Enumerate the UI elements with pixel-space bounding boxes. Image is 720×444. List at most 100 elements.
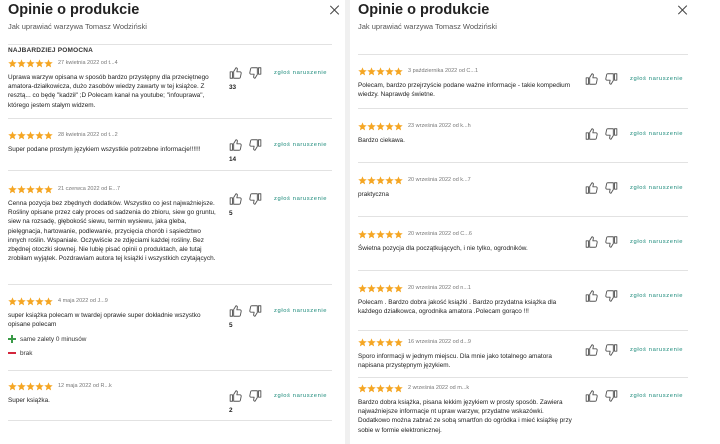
thumb-down-icon[interactable] — [604, 343, 618, 357]
star-icon — [17, 130, 26, 140]
thumb-up-icon[interactable] — [585, 235, 599, 249]
star-icon — [358, 121, 367, 131]
report-link[interactable]: zgłoś naruszenie — [630, 185, 683, 191]
thumb-up-icon[interactable] — [229, 389, 243, 403]
rating-stars — [8, 184, 53, 194]
star-icon — [376, 175, 385, 185]
review-text: Super podane prostym językiem wszystkie … — [8, 146, 201, 153]
thumb-up-icon[interactable] — [229, 66, 243, 80]
report-link[interactable]: zgłoś naruszenie — [274, 196, 327, 202]
review-votes — [585, 72, 625, 98]
thumb-down-icon[interactable] — [604, 389, 618, 403]
thumb-up-icon[interactable] — [229, 304, 243, 318]
star-icon — [394, 175, 403, 185]
close-icon[interactable] — [677, 4, 689, 16]
review-text: Uprawa warzyw opisana w sposób bardzo pr… — [8, 74, 209, 109]
minus-icon — [8, 349, 16, 357]
review-text: super książka polecam w twardej oprawie … — [8, 312, 201, 329]
thumb-up-icon[interactable] — [585, 289, 599, 303]
thumb-down-icon[interactable] — [604, 235, 618, 249]
thumb-up-icon[interactable] — [585, 127, 599, 141]
star-icon — [17, 58, 26, 68]
report-link[interactable]: zgłoś naruszenie — [274, 308, 327, 314]
thumb-up-icon[interactable] — [229, 192, 243, 206]
like-count: 5 — [229, 322, 233, 329]
close-icon[interactable] — [329, 4, 341, 16]
divider — [358, 270, 688, 271]
rating-stars — [358, 283, 403, 293]
rating-stars — [358, 383, 403, 393]
thumb-up-icon[interactable] — [585, 72, 599, 86]
divider — [8, 170, 332, 171]
star-icon — [8, 296, 17, 306]
divider — [8, 284, 332, 285]
thumb-down-icon[interactable] — [604, 72, 618, 86]
report-link[interactable]: zgłoś naruszenie — [630, 347, 683, 353]
report-link[interactable]: zgłoś naruszenie — [274, 142, 327, 148]
review-meta: 21 czerwca 2022 od E...7 — [58, 186, 121, 192]
star-icon — [26, 381, 35, 391]
star-icon — [376, 121, 385, 131]
thumb-up-icon[interactable] — [585, 181, 599, 195]
star-icon — [358, 383, 367, 393]
report-link[interactable]: zgłoś naruszenie — [630, 76, 683, 82]
review-header: 23 września 2022 od k...h — [358, 121, 471, 131]
review-votes — [585, 235, 625, 261]
star-icon — [35, 58, 44, 68]
thumb-down-icon[interactable] — [248, 192, 262, 206]
thumb-down-icon[interactable] — [248, 389, 262, 403]
review-header: 4 maja 2022 od J...9 — [8, 296, 108, 306]
review-header: 3 października 2022 od C...1 — [358, 66, 478, 76]
thumb-down-icon[interactable] — [604, 181, 618, 195]
thumb-up-icon[interactable] — [229, 138, 243, 152]
thumb-down-icon[interactable] — [248, 138, 262, 152]
review-meta: 20 września 2022 od C...6 — [408, 231, 472, 237]
report-link[interactable]: zgłoś naruszenie — [630, 131, 683, 137]
star-icon — [394, 337, 403, 347]
star-icon — [385, 383, 394, 393]
review-header: 16 września 2022 od d...9 — [358, 337, 471, 347]
star-icon — [385, 337, 394, 347]
star-icon — [385, 229, 394, 239]
star-icon — [17, 296, 26, 306]
star-icon — [394, 66, 403, 76]
review-votes — [585, 289, 625, 315]
review-text: Świetna pozycja dla początkujących, i ni… — [358, 245, 528, 252]
star-icon — [394, 283, 403, 293]
like-count: 2 — [229, 407, 233, 414]
star-icon — [26, 130, 35, 140]
rating-stars — [358, 337, 403, 347]
report-link[interactable]: zgłoś naruszenie — [274, 393, 327, 399]
report-link[interactable]: zgłoś naruszenie — [630, 293, 683, 299]
divider — [8, 44, 332, 45]
thumb-down-icon[interactable] — [604, 127, 618, 141]
star-icon — [376, 383, 385, 393]
report-link[interactable]: zgłoś naruszenie — [630, 393, 683, 399]
review-meta: 4 maja 2022 od J...9 — [58, 298, 108, 304]
thumb-up-icon[interactable] — [585, 343, 599, 357]
divider — [358, 162, 688, 163]
review-votes: 5 — [229, 304, 269, 330]
thumb-up-icon[interactable] — [585, 389, 599, 403]
star-icon — [358, 337, 367, 347]
section-label: NAJBARDZIEJ POMOCNA — [8, 47, 94, 54]
star-icon — [35, 130, 44, 140]
review-header: 28 kwietnia 2022 od t...2 — [8, 130, 118, 140]
star-icon — [8, 130, 17, 140]
thumb-down-icon[interactable] — [248, 304, 262, 318]
star-icon — [385, 283, 394, 293]
report-link[interactable]: zgłoś naruszenie — [274, 70, 327, 76]
rating-stars — [358, 229, 403, 239]
review-header: 2 września 2022 od m...k — [358, 383, 469, 393]
star-icon — [367, 283, 376, 293]
star-icon — [367, 175, 376, 185]
star-icon — [367, 121, 376, 131]
star-icon — [367, 66, 376, 76]
star-icon — [376, 283, 385, 293]
report-link[interactable]: zgłoś naruszenie — [630, 239, 683, 245]
divider — [8, 370, 332, 371]
review-meta: 3 października 2022 od C...1 — [408, 68, 479, 74]
star-icon — [358, 229, 367, 239]
thumb-down-icon[interactable] — [248, 66, 262, 80]
thumb-down-icon[interactable] — [604, 289, 618, 303]
